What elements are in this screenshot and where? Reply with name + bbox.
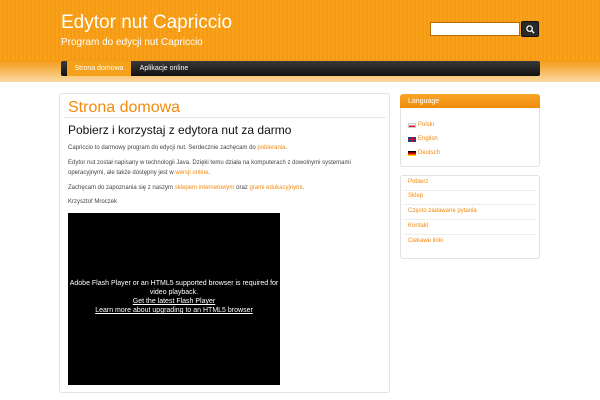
flag-en-icon	[408, 136, 416, 142]
article-heading: Pobierz i korzystaj z edytora nut za dar…	[68, 123, 292, 137]
language-label: Polski	[418, 122, 435, 128]
video-requirement-text: Adobe Flash Player or an HTML5 supported…	[69, 280, 279, 296]
paragraph-text: Zachęcam do zapoznania się z naszym	[68, 185, 175, 191]
sidebar-link-download[interactable]: Pobierz	[408, 179, 428, 185]
nav-item-online-apps[interactable]: Aplikacje online	[133, 61, 195, 76]
language-deutsch[interactable]: Deutsch	[408, 149, 440, 157]
paragraph-text: .	[208, 170, 211, 176]
language-label: English	[418, 136, 438, 142]
language-polski[interactable]: Polski	[408, 121, 434, 129]
nav-item-home[interactable]: Strona domowa	[67, 61, 131, 76]
divider	[64, 117, 386, 118]
download-link[interactable]: pobierania	[257, 145, 285, 151]
paragraph-java: Edytor nut został napisany w technologii…	[68, 158, 368, 178]
flag-pl-icon	[408, 122, 416, 128]
paragraph-text: .	[302, 185, 305, 191]
language-label: Deutsch	[418, 150, 441, 156]
sidebar-link-shop[interactable]: Sklep	[408, 193, 423, 199]
html5-upgrade-link[interactable]: Learn more about upgrading to an HTML5 b…	[68, 306, 280, 315]
flash-player-link[interactable]: Get the latest Flash Player	[68, 297, 280, 306]
search-button[interactable]	[521, 21, 539, 37]
shop-link[interactable]: sklepem internetowym	[175, 185, 235, 191]
sidebar-link-contact[interactable]: Kontakt	[408, 223, 428, 229]
search-input[interactable]	[430, 22, 520, 36]
language-panel-title: Language	[400, 94, 540, 108]
site-subtitle: Program do edycji nut Capriccio	[61, 37, 203, 48]
author-name: Krzysztof Mroczek	[68, 199, 118, 205]
paragraph-shop: Zachęcam do zapoznania się z naszym skle…	[68, 183, 368, 193]
online-version-link[interactable]: wersji online	[175, 170, 208, 176]
video-player[interactable]: Adobe Flash Player or an HTML5 supported…	[68, 213, 280, 385]
games-link[interactable]: grami edukacyjnymi	[249, 185, 302, 191]
paragraph-text: Capriccio to darmowy program do edycji n…	[68, 145, 258, 151]
divider	[404, 190, 536, 191]
links-panel	[400, 175, 540, 259]
divider	[404, 204, 536, 205]
divider	[404, 234, 536, 235]
main-nav: Strona domowa Aplikacje online	[61, 61, 540, 76]
language-english[interactable]: English	[408, 135, 438, 143]
flag-de-icon	[408, 150, 416, 156]
sidebar-link-faq[interactable]: Często zadawane pytania	[408, 208, 477, 214]
site-title[interactable]: Edytor nut Capriccio	[61, 12, 232, 34]
paragraph-text: .	[285, 145, 288, 151]
paragraph-text: oraz	[234, 185, 250, 191]
page-title: Strona domowa	[68, 99, 181, 116]
sidebar-link-interesting[interactable]: Ciekawe linki	[408, 238, 443, 244]
divider	[404, 219, 536, 220]
paragraph-intro: Capriccio to darmowy program do edycji n…	[68, 143, 368, 153]
search-icon	[525, 24, 535, 34]
video-fallback-message: Adobe Flash Player or an HTML5 supported…	[68, 279, 280, 315]
